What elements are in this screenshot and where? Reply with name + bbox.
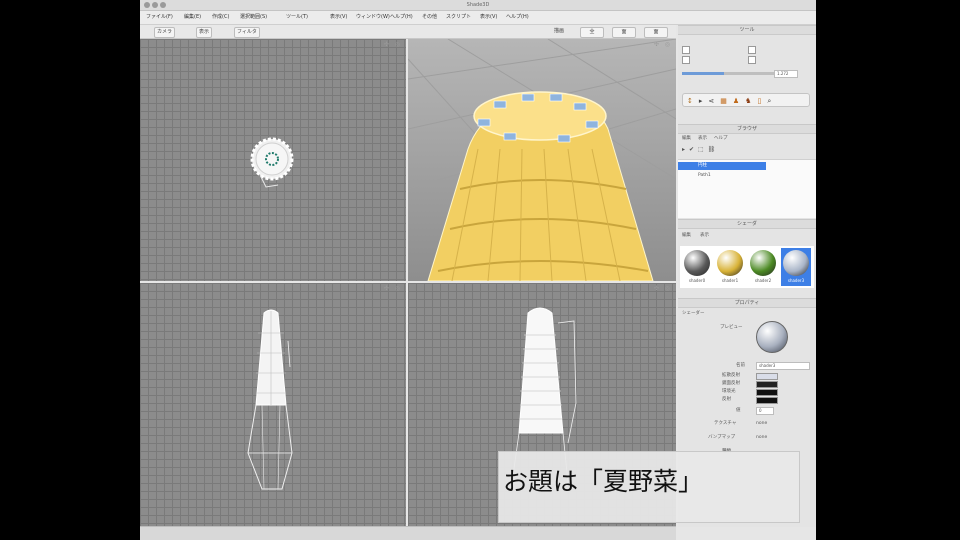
shader-panel-title: シェーダ: [678, 220, 816, 229]
material-preview: [756, 321, 788, 353]
shader-thumbnail: [750, 250, 776, 276]
browser-item-cylinder[interactable]: 円柱: [698, 163, 707, 169]
texture-label: テクスチャ: [714, 421, 737, 426]
diffuse-color-swatch[interactable]: [756, 373, 778, 380]
arrow-icon[interactable]: ▸: [699, 97, 709, 105]
viewport-toolbar: カメラ 表示 フィルタ 描画 全 面 面: [140, 25, 676, 39]
menu-bar: ファイル(F) 編集(E) 作成(C) 選択範囲(S) ツール(T) 表示(V)…: [140, 11, 816, 25]
reflection-label: 反射: [722, 397, 731, 402]
browser-action-icons[interactable]: ▸✔⬚⛓: [682, 147, 719, 153]
tool-option-checkbox-2[interactable]: [682, 56, 690, 64]
shader-name: shader1: [721, 278, 739, 283]
shader-panel: シェーダ 編集 表示 shader0 shader1 shader2 shader3: [678, 219, 816, 298]
status-bar: [140, 526, 676, 540]
specular-label: 鏡面反射: [722, 381, 740, 386]
name-label: 名前: [736, 363, 745, 368]
window-title: Shade3D: [466, 2, 490, 8]
browser-tab-edit[interactable]: 編集: [682, 136, 691, 142]
caption-text: お題は「夏野菜」: [503, 467, 704, 496]
shader-name: shader0: [688, 278, 706, 283]
menu-item-help-2[interactable]: ヘルプ(H): [506, 11, 529, 24]
document-icon[interactable]: ▯: [757, 97, 767, 105]
filter-dropdown[interactable]: フィルタ: [234, 27, 260, 38]
side-view-wireframe: [247, 309, 293, 490]
tool-option-checkbox-4[interactable]: [748, 56, 756, 64]
shader-list: shader0 shader1 shader2 shader3: [680, 246, 814, 288]
top-view-gear-object: [250, 137, 294, 188]
toolbar-button-2[interactable]: 面: [612, 27, 636, 38]
shader-name: shader3: [787, 278, 805, 283]
reflection-color-swatch[interactable]: [756, 397, 778, 404]
menu-item-tool[interactable]: ツール(T): [286, 11, 308, 24]
menu-item-view[interactable]: 表示(V): [330, 11, 347, 24]
tool-value-field[interactable]: 1.272: [774, 70, 798, 78]
top-viewport[interactable]: ✣ ◎: [140, 39, 406, 281]
browser-tab-view[interactable]: 表示: [698, 136, 707, 142]
perspective-model: [408, 39, 676, 281]
menu-item-window[interactable]: ウィンドウ(W): [356, 11, 390, 24]
specular-color-swatch[interactable]: [756, 381, 778, 388]
menu-item-edit[interactable]: 編集(E): [184, 11, 201, 24]
view-dropdown[interactable]: 表示: [196, 27, 213, 38]
shader-tab-view[interactable]: 表示: [700, 233, 709, 239]
toolbar-button-3[interactable]: 面: [644, 27, 668, 38]
perspective-viewport[interactable]: ✣ ◎: [408, 39, 676, 281]
browser-selected-row[interactable]: [678, 162, 766, 170]
side-viewport[interactable]: ✣ ◎: [140, 283, 406, 526]
value-label: 値: [736, 408, 741, 413]
shader-thumbnail: [783, 250, 809, 276]
bump-dropdown[interactable]: none: [756, 435, 767, 441]
shader-name: shader2: [754, 278, 772, 283]
title-bar: Shade3D: [140, 0, 816, 11]
browser-panel: ブラウザ 編集 表示 ヘルプ ▸✔⬚⛓ 円柱 Path1: [678, 124, 816, 219]
grid-icon[interactable]: ▦: [720, 97, 733, 105]
preview-label: プレビュー: [720, 325, 743, 330]
browser-tree[interactable]: 円柱 Path1: [678, 159, 816, 218]
tool-panel: ツール 1.272 ↕▸⋖▦♟♞▯⌕: [678, 25, 816, 124]
cat-icon[interactable]: ♞: [745, 97, 757, 105]
tool-panel-title: ツール: [678, 26, 816, 35]
shader-item[interactable]: shader3: [781, 248, 811, 286]
diffuse-label: 拡散反射: [722, 373, 740, 378]
move-icon[interactable]: ↕: [687, 97, 699, 105]
menu-item-view-2[interactable]: 表示(V): [480, 11, 497, 24]
shader-thumbnail: [717, 250, 743, 276]
shader-tab-edit[interactable]: 編集: [682, 233, 691, 239]
value-field[interactable]: 0: [756, 407, 774, 415]
menu-item-create[interactable]: 作成(C): [212, 11, 229, 24]
camera-dropdown[interactable]: カメラ: [154, 27, 176, 38]
browser-tab-help[interactable]: ヘルプ: [714, 136, 728, 142]
menu-item-selection[interactable]: 選択範囲(S): [240, 11, 267, 24]
share-icon[interactable]: ⋖: [708, 97, 720, 105]
menu-item-script[interactable]: スクリプト: [446, 11, 471, 24]
surface-label: シェーダー: [682, 311, 705, 316]
properties-panel-title: プロパティ: [678, 299, 816, 308]
browser-item-path[interactable]: Path1: [698, 173, 711, 179]
tool-option-checkbox-1[interactable]: [682, 46, 690, 54]
caption-overlay: お題は「夏野菜」: [498, 451, 800, 523]
shader-thumbnail: [684, 250, 710, 276]
shader-item[interactable]: shader0: [682, 248, 712, 286]
search-icon[interactable]: ⌕: [767, 97, 777, 105]
shader-item[interactable]: shader1: [715, 248, 745, 286]
ambient-color-swatch[interactable]: [756, 389, 778, 396]
toolbar-button-1[interactable]: 全: [580, 27, 604, 38]
browser-panel-title: ブラウザ: [678, 125, 816, 134]
shader-item[interactable]: shader2: [748, 248, 778, 286]
tool-icon-row[interactable]: ↕▸⋖▦♟♞▯⌕: [682, 93, 810, 107]
menu-item-other[interactable]: その他: [422, 11, 437, 24]
bump-label: バンプマップ: [708, 435, 736, 440]
render-label: 描画: [554, 28, 565, 34]
person-icon[interactable]: ♟: [733, 97, 745, 105]
ambient-label: 環境光: [722, 389, 736, 394]
texture-dropdown[interactable]: none: [756, 421, 767, 427]
menu-item-file[interactable]: ファイル(F): [146, 11, 173, 24]
tool-option-checkbox-3[interactable]: [748, 46, 756, 54]
shader-name-field[interactable]: shader3: [756, 362, 810, 370]
menu-item-help[interactable]: ヘルプ(H): [390, 11, 413, 24]
